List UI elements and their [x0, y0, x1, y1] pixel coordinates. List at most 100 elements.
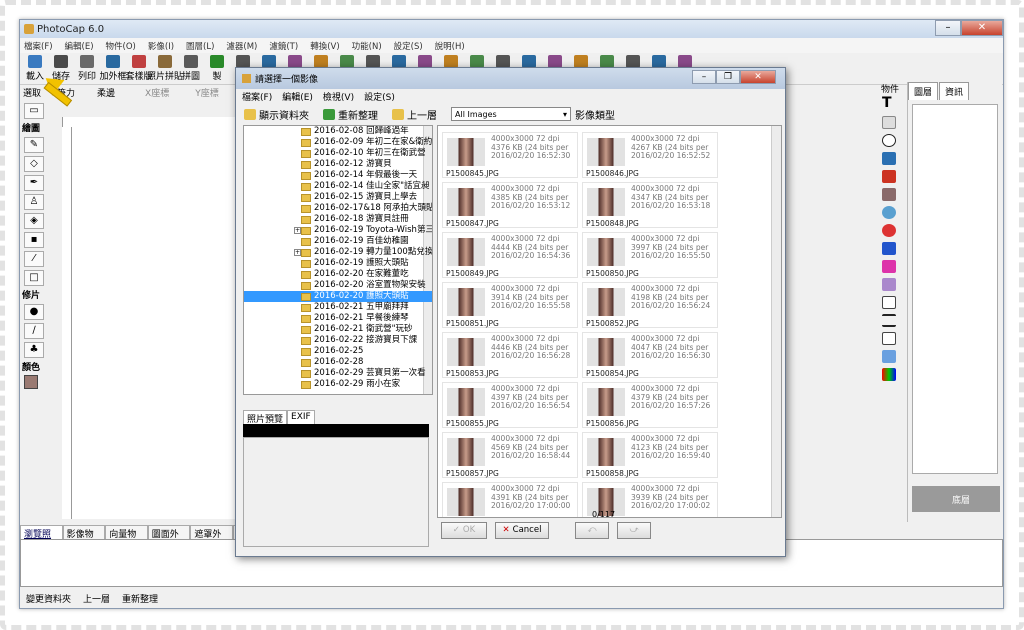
thumbnail-item[interactable]: 4000x3000 72 dpi 4397 KB (24 bits per 2016…	[442, 382, 578, 428]
clock-tool-icon[interactable]	[882, 224, 896, 237]
dialog-refresh-button[interactable]: 重新整理	[323, 107, 378, 122]
folder-item[interactable]: 2016-02-29 雨小在家	[244, 379, 432, 390]
folder-item[interactable]: 2016-02-15 游寶貝上學去	[244, 192, 432, 203]
toolbar-button[interactable]: 拼圖	[179, 53, 203, 84]
image-type-select[interactable]: All Images ▾	[451, 107, 571, 121]
dialog-menu-item[interactable]: 檢視(V)	[323, 90, 354, 103]
arrow-tool-icon[interactable]	[882, 332, 896, 345]
expand-icon[interactable]: +	[294, 249, 301, 256]
magnify-tool-icon[interactable]	[882, 206, 896, 219]
thumbnail-item[interactable]: 4000x3000 72 dpi 4569 KB (24 bits per 2016…	[442, 432, 578, 478]
arrows-tool-icon[interactable]	[882, 314, 896, 327]
menu-item[interactable]: 物件(O)	[106, 40, 136, 52]
brush-icon[interactable]: ∕	[24, 323, 44, 339]
stamp-icon[interactable]: ♙	[24, 194, 44, 210]
folder-item[interactable]: 2016-02-19 百佳幼稚園	[244, 236, 432, 247]
dialog-menu-item[interactable]: 設定(S)	[364, 90, 395, 103]
change-folder-button[interactable]: 變更資料夾	[26, 592, 71, 605]
thumbnail-item[interactable]: 4000x3000 72 dpi 4446 KB (24 bits per 2016…	[442, 332, 578, 378]
bottom-tab[interactable]: 遮罩外框	[190, 525, 233, 553]
bottom-tab[interactable]: 影像物件	[62, 525, 106, 553]
thumbnail-item[interactable]: 4000x3000 72 dpi 4379 KB (24 bits per 2016…	[582, 382, 718, 428]
dialog-up-button[interactable]: 上一層	[392, 107, 437, 122]
thumbnail-item[interactable]: 4000x3000 72 dpi 3997 KB (24 bits per 2016…	[582, 232, 718, 278]
menu-item[interactable]: 設定(S)	[394, 40, 423, 52]
thumbnail-item[interactable]: 4000x3000 72 dpi 4047 KB (24 bits per 2016…	[582, 332, 718, 378]
pencil-icon[interactable]: ✎	[24, 137, 44, 153]
toolbar-button[interactable]: 製	[205, 53, 229, 84]
menu-item[interactable]: 圖層(L)	[186, 40, 214, 52]
redeye-icon[interactable]: ●	[24, 304, 44, 320]
toolbar-button[interactable]: 加外框	[100, 53, 127, 84]
abc-bubble-icon[interactable]	[882, 134, 896, 147]
folder-item[interactable]: 2016-02-19 護照大頭貼	[244, 258, 432, 269]
calendar-tool-icon[interactable]	[882, 278, 896, 291]
close-button[interactable]: ✕	[961, 20, 1003, 36]
menu-item[interactable]: 影像(I)	[148, 40, 174, 52]
folder-item[interactable]: 2016-02-21 早餐後練琴	[244, 313, 432, 324]
folder-item[interactable]: 2016-02-29 芸寶貝第一次看	[244, 368, 432, 379]
text-tool-icon[interactable]: T	[882, 95, 899, 111]
menu-item[interactable]: 檔案(F)	[24, 40, 53, 52]
folder-item[interactable]: 2016-02-10 年初三在衛武營	[244, 148, 432, 159]
folder-item[interactable]: 2016-02-25	[244, 346, 432, 357]
menu-item[interactable]: 轉換(V)	[310, 40, 339, 52]
folder-item[interactable]: 2016-02-21 五甲廟拜拜	[244, 302, 432, 313]
folder-item[interactable]: 2016-02-20 浴室置物架安裝	[244, 280, 432, 291]
thumbnail-item[interactable]: 4000x3000 72 dpi 4444 KB (24 bits per 2016…	[442, 232, 578, 278]
thumbnail-item[interactable]: 4000x3000 72 dpi 4347 KB (24 bits per 2016…	[582, 182, 718, 228]
folder-item[interactable]: 2016-02-20 在家難董吃	[244, 269, 432, 280]
tab-layers[interactable]: 圖層	[908, 82, 939, 100]
image-tool-icon[interactable]	[882, 152, 896, 165]
clone-icon[interactable]: ♣	[24, 342, 44, 358]
photo-tool-icon[interactable]	[882, 170, 896, 183]
fill-icon[interactable]: ◈	[24, 213, 44, 229]
shape-tool-icon[interactable]	[882, 350, 896, 363]
thumbnail-item[interactable]: 4000x3000 72 dpi 4376 KB (24 bits per 2016…	[442, 132, 578, 178]
folder-item[interactable]: 2016-02-09 年初二在家&衛約	[244, 137, 432, 148]
tab-exif[interactable]: EXIF	[287, 410, 315, 424]
base-layer[interactable]: 底層	[912, 486, 1000, 512]
color-swatch[interactable]	[24, 375, 38, 389]
thumbnail-item[interactable]: 4000x3000 72 dpi 3914 KB (24 bits per 2016…	[442, 282, 578, 328]
toolbar-button[interactable]: 列印	[75, 53, 99, 84]
folder-item[interactable]: 2016-02-17&18 阿承拍大頭貼	[244, 203, 432, 214]
tab-info[interactable]: 資訊	[939, 82, 970, 100]
cancel-button[interactable]: ✕ Cancel	[495, 521, 549, 539]
folder-item[interactable]: 2016-02-28	[244, 357, 432, 368]
eraser-icon[interactable]: ◇	[24, 156, 44, 172]
folder-item[interactable]: +2016-02-19 轉力量100點兌換	[244, 247, 432, 258]
rect-shape-icon[interactable]: □	[24, 270, 44, 286]
ok-button[interactable]: ✓ OK	[441, 521, 487, 539]
collage-tool-icon[interactable]	[882, 188, 896, 201]
tab-photo-preview[interactable]: 照片預覽	[243, 410, 288, 425]
select-rect-tool[interactable]: ▭	[24, 103, 44, 119]
mosaic-tool-icon[interactable]	[882, 368, 896, 381]
up-level-button[interactable]: 上一層	[83, 592, 110, 605]
dialog-menu-item[interactable]: 編輯(E)	[282, 90, 313, 103]
toolbar-button[interactable]: 照片拼貼	[147, 53, 183, 84]
grid-scrollbar[interactable]	[771, 126, 781, 517]
line-icon[interactable]: ▪	[24, 232, 44, 248]
folder-item[interactable]: 2016-02-08 回歸峰過年	[244, 126, 432, 137]
folder-item[interactable]: 2016-02-22 接游寶貝下課	[244, 335, 432, 346]
eyedropper-icon[interactable]: ⁄	[24, 251, 44, 267]
menu-item[interactable]: 濾器(M)	[226, 40, 257, 52]
cake-tool-icon[interactable]	[882, 260, 896, 273]
expand-icon[interactable]: +	[294, 227, 301, 234]
exif-tool-icon[interactable]	[882, 242, 896, 255]
frame-tool-icon[interactable]	[882, 116, 896, 129]
refresh-button[interactable]: 重新整理	[122, 592, 158, 605]
folder-item[interactable]: 2016-02-20 護照大頭貼	[244, 291, 432, 302]
folder-item[interactable]: 2016-02-18 游寶貝註冊	[244, 214, 432, 225]
bottom-tab[interactable]: 瀏覽照片	[20, 525, 63, 553]
dialog-close-button[interactable]: ✕	[740, 70, 776, 84]
thumbnail-item[interactable]: 4000x3000 72 dpi 4198 KB (24 bits per 2016…	[582, 282, 718, 328]
thumbnail-item[interactable]: 4000x3000 72 dpi 4123 KB (24 bits per 2016…	[582, 432, 718, 478]
show-folder-button[interactable]: 顯示資料夾	[244, 107, 309, 122]
rotate-left-button[interactable]: ⤺	[575, 521, 609, 539]
rotate-right-button[interactable]: ⤻	[617, 521, 651, 539]
pen-icon[interactable]: ✒	[24, 175, 44, 191]
menu-item[interactable]: 功能(N)	[352, 40, 382, 52]
menu-item[interactable]: 濾鏡(T)	[269, 40, 298, 52]
